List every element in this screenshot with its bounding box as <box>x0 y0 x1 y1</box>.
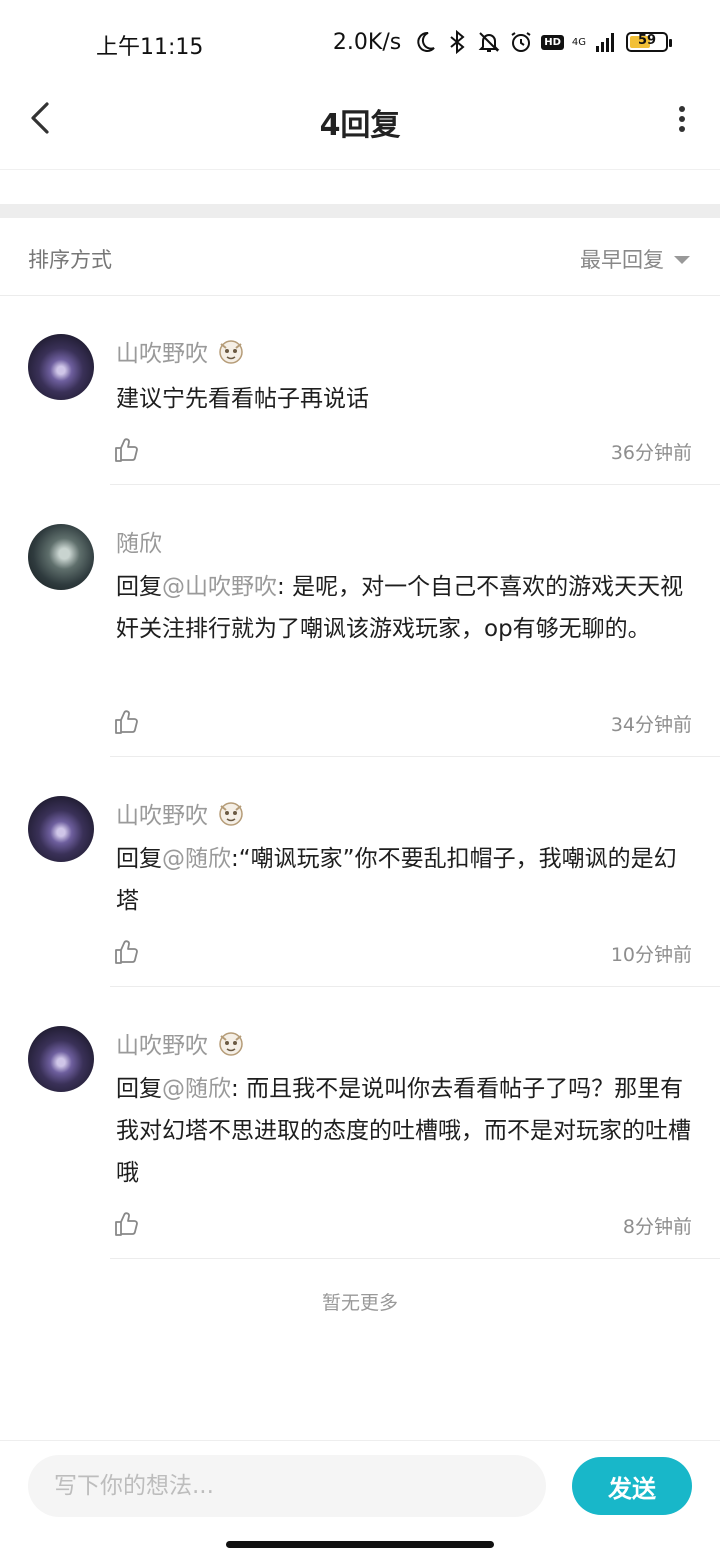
moon-icon <box>417 31 435 52</box>
reply-content: 建议宁先看看帖子再说话 <box>116 378 696 420</box>
no-more-text: 暂无更多 <box>321 1292 398 1314</box>
send-button[interactable]: 发送 <box>572 1457 692 1515</box>
sort-label: 排序方式 <box>28 248 112 272</box>
reply-mention[interactable]: @随欣 <box>162 846 231 872</box>
reply-time: 10分钟前 <box>610 944 692 966</box>
user-badge-icon <box>219 1032 243 1056</box>
mute-icon <box>478 32 500 52</box>
thumbs-up-icon[interactable] <box>112 436 140 464</box>
comment-input[interactable] <box>28 1455 546 1517</box>
sort-bar: 排序方式 最早回复 <box>0 218 720 296</box>
reply-author-row: 山吹野吹 <box>116 796 246 830</box>
avatar[interactable] <box>28 796 94 862</box>
network-type: 4G <box>571 36 586 48</box>
reply-author[interactable]: 山吹野吹 <box>116 334 208 368</box>
battery-level: 59 <box>637 33 657 48</box>
sort-selected-value: 最早回复 <box>580 248 664 272</box>
reply-text: 建议宁先看看帖子再说话 <box>116 386 369 412</box>
reply-author-row: 山吹野吹 <box>116 1026 246 1060</box>
avatar[interactable] <box>28 334 94 400</box>
reply-prefix: 回复 <box>116 846 162 872</box>
avatar[interactable] <box>28 1026 94 1092</box>
reply-mention[interactable]: @山吹野吹 <box>162 574 277 600</box>
reply-composer: 发送 <box>0 1440 720 1560</box>
battery-icon: 59 <box>626 32 672 52</box>
reply-prefix: 回复 <box>116 574 162 600</box>
reply-author[interactable]: 山吹野吹 <box>116 796 208 830</box>
caret-down-icon <box>674 256 690 264</box>
hd-icon: HD <box>541 34 564 50</box>
status-icons: 2.0K/s HD 4G 59 <box>332 26 672 58</box>
alarm-icon <box>511 32 531 52</box>
home-indicator[interactable] <box>226 1541 494 1548</box>
thumbs-up-icon[interactable] <box>112 1210 140 1238</box>
status-bar: 上午11:15 2.0K/s HD 4G 59 <box>0 0 720 84</box>
signal-icon <box>596 33 614 52</box>
reply-time: 8分钟前 <box>622 1216 692 1238</box>
reply-separator: : <box>231 846 239 872</box>
reply-content: 回复@山吹野吹: 是呢，对一个自己不喜欢的游戏天天视奸关注排行就为了嘲讽该游戏玩… <box>116 566 696 650</box>
thumbs-up-icon[interactable] <box>112 938 140 966</box>
reply-author-row: 随欣 <box>116 524 162 558</box>
reply-author[interactable]: 随欣 <box>116 524 162 558</box>
reply-prefix: 回复 <box>116 1076 162 1102</box>
reply-time: 36分钟前 <box>610 442 692 464</box>
more-options-icon[interactable] <box>676 104 688 134</box>
reply-content: 回复@随欣: 而且我不是说叫你去看看帖子了吗？那里有我对幻塔不思进取的态度的吐槽… <box>116 1068 696 1194</box>
divider <box>110 756 720 757</box>
reply-content: 回复@随欣:“嘲讽玩家”你不要乱扣帽子，我嘲讽的是幻塔 <box>116 838 696 922</box>
reply-mention[interactable]: @随欣 <box>162 1076 231 1102</box>
sort-dropdown[interactable]: 最早回复 <box>580 244 690 274</box>
reply-author-row: 山吹野吹 <box>116 334 246 368</box>
divider <box>110 986 720 987</box>
thumbs-up-icon[interactable] <box>112 708 140 736</box>
status-time: 上午11:15 <box>96 35 204 60</box>
top-nav-bar: 4回复 <box>0 84 720 170</box>
user-badge-icon <box>219 340 243 364</box>
reply-author[interactable]: 山吹野吹 <box>116 1026 208 1060</box>
bluetooth-icon <box>450 30 465 54</box>
network-speed: 2.0K/s <box>332 29 402 55</box>
avatar[interactable] <box>28 524 94 590</box>
divider <box>110 1258 720 1259</box>
section-divider <box>0 204 720 218</box>
page-title: 4回复 <box>319 108 401 143</box>
divider <box>110 484 720 485</box>
reply-time: 34分钟前 <box>610 714 692 736</box>
reply-separator: : <box>277 574 293 600</box>
user-badge-icon <box>219 802 243 826</box>
reply-separator: : <box>231 1076 247 1102</box>
